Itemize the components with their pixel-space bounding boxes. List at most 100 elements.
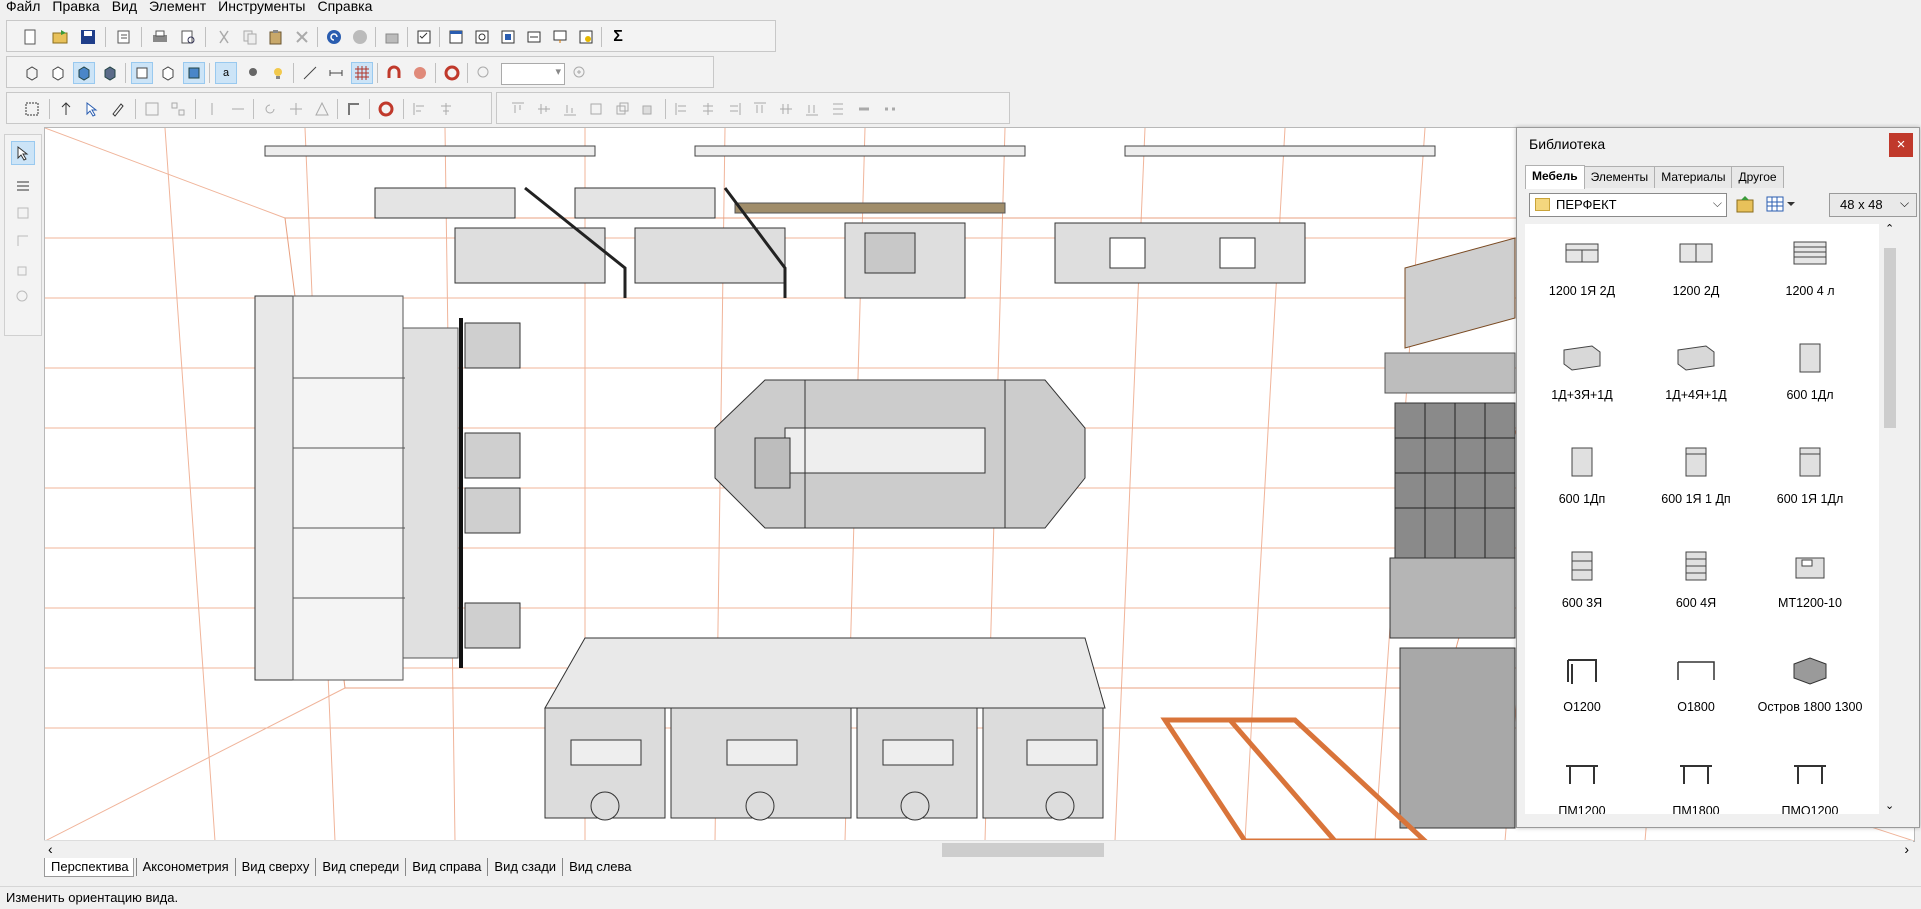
- save-icon[interactable]: [77, 26, 99, 48]
- vcenter-edge-icon[interactable]: [775, 98, 797, 120]
- space-icon[interactable]: [827, 98, 849, 120]
- axonometric-box-icon[interactable]: [157, 62, 179, 84]
- print-icon[interactable]: [149, 26, 171, 48]
- library-item[interactable]: 600 3Я: [1525, 536, 1639, 636]
- library-item[interactable]: ПМ1800: [1639, 744, 1753, 814]
- open-folder-icon[interactable]: [49, 26, 71, 48]
- select-all-icon[interactable]: [21, 98, 43, 120]
- delete-icon[interactable]: [291, 26, 313, 48]
- export-icon[interactable]: [381, 26, 403, 48]
- checklist-icon[interactable]: [413, 26, 435, 48]
- mirror-icon[interactable]: [201, 98, 223, 120]
- move-icon[interactable]: [285, 98, 307, 120]
- lifebuoy-icon[interactable]: [441, 62, 463, 84]
- library-item[interactable]: 1200 2Д: [1639, 224, 1753, 324]
- lamp-icon[interactable]: [241, 62, 263, 84]
- screen-export-icon[interactable]: [549, 26, 571, 48]
- library-item[interactable]: 600 4Я: [1639, 536, 1753, 636]
- bottom-edge-icon[interactable]: [801, 98, 823, 120]
- redo-icon[interactable]: [349, 26, 371, 48]
- zoom-tool-icon[interactable]: [11, 285, 35, 309]
- cut-icon[interactable]: [213, 26, 235, 48]
- tab-right-view[interactable]: Вид справа: [405, 858, 486, 876]
- icon-size-select[interactable]: 48 x 48 ⌵: [1829, 193, 1917, 217]
- help-lifebuoy-icon[interactable]: [375, 98, 397, 120]
- wall-icon[interactable]: [343, 98, 365, 120]
- tab-elements[interactable]: Элементы: [1583, 166, 1656, 188]
- library-item[interactable]: 1200 1Я 2Д: [1525, 224, 1639, 324]
- shaded-box-icon[interactable]: [73, 62, 95, 84]
- viewport-hscrollbar[interactable]: ‹ ›: [44, 840, 1913, 859]
- fit-view-icon[interactable]: [497, 26, 519, 48]
- menu-view[interactable]: Вид: [106, 0, 143, 13]
- tab-furniture[interactable]: Мебель: [1525, 165, 1585, 189]
- zoom-combobox[interactable]: ▾: [501, 63, 565, 85]
- lightbulb-icon[interactable]: [267, 62, 289, 84]
- library-item[interactable]: 600 1Я 1 Дп: [1639, 432, 1753, 532]
- library-item[interactable]: 1200 4 л: [1753, 224, 1867, 324]
- magnet-icon[interactable]: [383, 62, 405, 84]
- print-preview-icon[interactable]: [177, 26, 199, 48]
- align-shape-icon[interactable]: [11, 229, 35, 253]
- close-icon[interactable]: ×: [1889, 133, 1913, 157]
- stack-icon[interactable]: [611, 98, 633, 120]
- window-icon[interactable]: [445, 26, 467, 48]
- grid-icon[interactable]: [351, 62, 373, 84]
- snap-icon[interactable]: [409, 62, 431, 84]
- layers-icon[interactable]: [11, 173, 35, 197]
- perspective-box-icon[interactable]: [131, 62, 153, 84]
- textured-box-icon[interactable]: [99, 62, 121, 84]
- group-icon[interactable]: [141, 98, 163, 120]
- pencil-icon[interactable]: [107, 98, 129, 120]
- scroll-right-icon[interactable]: ›: [1904, 841, 1909, 857]
- align-center-icon[interactable]: [435, 98, 457, 120]
- top-edge-icon[interactable]: [749, 98, 771, 120]
- center-edge-icon[interactable]: [697, 98, 719, 120]
- zoom-in-icon[interactable]: [569, 62, 591, 84]
- library-vscrollbar[interactable]: ⌃ ⌄: [1881, 222, 1899, 814]
- tab-materials[interactable]: Материалы: [1654, 166, 1733, 188]
- flip-icon[interactable]: [227, 98, 249, 120]
- library-item[interactable]: ПМО1200: [1753, 744, 1867, 814]
- library-scroll-thumb[interactable]: [1884, 248, 1896, 428]
- scroll-down-icon[interactable]: ⌄: [1885, 799, 1894, 812]
- category-select[interactable]: ПЕРФЕКТ ⌵: [1529, 193, 1727, 217]
- tab-perspective[interactable]: Перспектива: [44, 858, 134, 877]
- copy-icon[interactable]: [239, 26, 261, 48]
- right-edge-icon[interactable]: [723, 98, 745, 120]
- tab-front-view[interactable]: Вид спереди: [315, 858, 404, 876]
- menu-tools[interactable]: Инструменты: [212, 0, 311, 13]
- library-item[interactable]: О1800: [1639, 640, 1753, 740]
- scroll-up-icon[interactable]: ⌃: [1885, 222, 1894, 235]
- align-top-icon[interactable]: [507, 98, 529, 120]
- detach-icon[interactable]: [879, 98, 901, 120]
- measure-icon[interactable]: [299, 62, 321, 84]
- copy-stack-icon[interactable]: [637, 98, 659, 120]
- align-bottom-icon[interactable]: [559, 98, 581, 120]
- align-middle-icon[interactable]: [533, 98, 555, 120]
- tab-left-view[interactable]: Вид слева: [562, 858, 636, 876]
- pointer-select-icon[interactable]: [81, 98, 103, 120]
- dimension-icon[interactable]: [325, 62, 347, 84]
- hscroll-thumb[interactable]: [942, 843, 1104, 857]
- scroll-left-icon[interactable]: ‹: [48, 841, 53, 857]
- tab-top-view[interactable]: Вид сверху: [234, 858, 314, 876]
- width-fit-icon[interactable]: [523, 26, 545, 48]
- folder-up-icon[interactable]: [1735, 194, 1757, 216]
- arrow-select-icon[interactable]: [11, 141, 35, 165]
- library-item[interactable]: Остров 1800 1300: [1753, 640, 1867, 740]
- attach-icon[interactable]: [853, 98, 875, 120]
- copy-shape-icon[interactable]: [11, 201, 35, 225]
- library-item[interactable]: О1200: [1525, 640, 1639, 740]
- align-left-icon[interactable]: [409, 98, 431, 120]
- ungroup-icon[interactable]: [167, 98, 189, 120]
- library-item[interactable]: МТ1200-10: [1753, 536, 1867, 636]
- library-item[interactable]: 600 1Дл: [1753, 328, 1867, 428]
- rotate-icon[interactable]: [259, 98, 281, 120]
- library-item[interactable]: 1Д+3Я+1Д: [1525, 328, 1639, 428]
- menu-edit[interactable]: Правка: [46, 0, 105, 13]
- left-edge-icon[interactable]: [671, 98, 693, 120]
- library-item[interactable]: 600 1Я 1Дл: [1753, 432, 1867, 532]
- zoom-window-icon[interactable]: [471, 26, 493, 48]
- render-icon[interactable]: [575, 26, 597, 48]
